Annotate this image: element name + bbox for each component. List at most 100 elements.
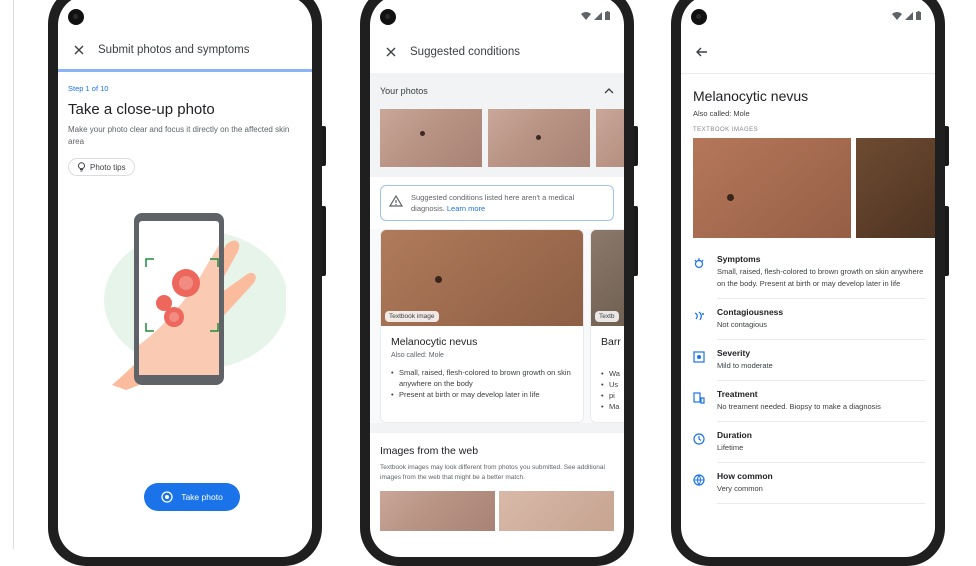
bullet-item: pi [601,390,619,401]
wifi-icon [892,11,902,20]
condition-title: Barr [601,336,621,348]
detail-title: Treatment [717,389,758,399]
divider [681,73,935,74]
condition-title: Melanocytic nevus [391,336,478,348]
detail-value: Mild to moderate [717,361,773,370]
divider-line [13,0,14,549]
app-bar-title: Suggested conditions [410,46,520,58]
description: Make your photo clear and focus it direc… [68,125,290,146]
condition-card[interactable]: Textbook image Melanocytic nevus Also ca… [380,229,584,423]
web-images-desc: Textbook images may look different from … [380,464,605,481]
detail-row-treatment: Treatment No treament needed. Biopsy to m… [681,389,935,430]
step-indicator: Step 1 of 10 [68,84,109,93]
phone-screen: Submit photos and symptoms Step 1 of 10 … [58,0,312,557]
web-images-list [380,491,614,531]
web-image[interactable] [380,491,495,531]
textbook-images-label: TEXTBOOK IMAGES [693,127,759,133]
photo-thumbnail[interactable] [596,109,624,167]
signal-icon [594,11,602,20]
phone-condition-detail: Melanocytic nevus Also called: Mole TEXT… [671,0,949,566]
lightbulb-icon [78,162,85,172]
textbook-tag: Textb [595,311,619,322]
close-icon[interactable] [68,39,90,61]
section-gap [370,423,624,433]
back-arrow-icon[interactable] [691,41,713,63]
take-photo-button[interactable]: Take photo [144,483,240,511]
photo-tips-chip[interactable]: Photo tips [68,158,135,176]
bullet-item: Ma [601,401,619,412]
detail-title: How common [717,471,773,481]
phone-suggested-conditions: Suggested conditions Your photos Suggest… [360,0,638,566]
phone-screen: Suggested conditions Your photos Suggest… [370,0,624,557]
detail-title: Contagiousness [717,307,784,317]
clock-icon [693,433,705,445]
chevron-up-icon [604,88,614,94]
detail-value: No treament needed. Biopsy to make a dia… [717,402,881,411]
detail-value: Lifetime [717,443,744,452]
condition-details: Symptoms Small, raised, flesh-colored to … [681,254,935,512]
textbook-image: Textbook image [381,230,583,326]
your-photos-list [370,109,624,177]
photo-tips-label: Photo tips [90,162,126,172]
phone-screen: Melanocytic nevus Also called: Mole TEXT… [681,0,935,557]
phone-submit-photos: Submit photos and symptoms Step 1 of 10 … [48,0,326,566]
condition-card[interactable]: Textb Barr Wa Us pi Ma [590,229,624,423]
your-photos-label: Your photos [380,86,428,96]
detail-row-symptoms: Symptoms Small, raised, flesh-colored to … [681,254,935,307]
globe-icon [693,474,705,486]
condition-aka: Also called: Mole [693,109,750,118]
symptoms-icon [694,258,704,269]
detail-row-contagiousness: Contagiousness Not contagious [681,307,935,348]
condition-cards: Textbook image Melanocytic nevus Also ca… [370,229,624,423]
take-photo-label: Take photo [181,492,223,502]
camera-icon [380,9,396,25]
textbook-images [693,138,935,238]
severity-icon [693,351,705,363]
camera-capture-icon [161,491,173,503]
battery-icon [605,11,610,20]
bullet-item: Present at birth or may develop later in… [391,389,573,400]
warning-icon [389,195,403,207]
bullet-item: Us [601,379,619,390]
condition-title: Melanocytic nevus [693,88,809,104]
alert-text: Suggested conditions listed here aren't … [411,193,575,213]
contagious-icon [694,311,704,321]
your-photos-header[interactable]: Your photos [370,73,624,109]
web-images-section: Images from the web Textbook images may … [370,433,624,531]
detail-title: Symptoms [717,254,761,264]
detail-row-severity: Severity Mild to moderate [681,348,935,389]
treatment-icon [693,392,705,404]
detail-title: Severity [717,348,751,358]
detail-title: Duration [717,430,752,440]
textbook-image: Textb [591,230,624,326]
status-bar [58,0,312,31]
web-images-title: Images from the web [380,445,479,457]
detail-value: Very common [717,484,763,493]
textbook-image[interactable] [693,138,851,238]
app-bar-title: Submit photos and symptoms [98,44,250,56]
app-bar [681,31,935,73]
bullet-item: Wa [601,368,620,379]
status-icons [892,11,921,20]
progress-bar [58,69,312,72]
battery-icon [916,11,921,20]
diagnosis-alert: Suggested conditions listed here aren't … [380,185,614,221]
bullet-item: Small, raised, flesh-colored to brown gr… [391,367,573,389]
status-icons [581,11,610,20]
app-bar: Suggested conditions [370,31,624,73]
illustration-phone-hand [86,205,288,400]
condition-aka: Also called: Mole [391,352,444,359]
learn-more-link[interactable]: Learn more [447,204,485,213]
textbook-image[interactable] [856,138,935,238]
detail-row-how-common: How common Very common [681,471,935,512]
app-bar: Submit photos and symptoms [58,31,312,69]
photo-thumbnail[interactable] [488,109,590,167]
condition-bullets: Small, raised, flesh-colored to brown gr… [391,367,573,400]
camera-icon [68,9,84,25]
status-bar [370,0,624,31]
close-icon[interactable] [380,41,402,63]
photo-thumbnail[interactable] [380,109,482,167]
condition-bullets: Wa Us pi Ma [601,368,620,412]
web-image[interactable] [499,491,614,531]
camera-icon [691,9,707,25]
